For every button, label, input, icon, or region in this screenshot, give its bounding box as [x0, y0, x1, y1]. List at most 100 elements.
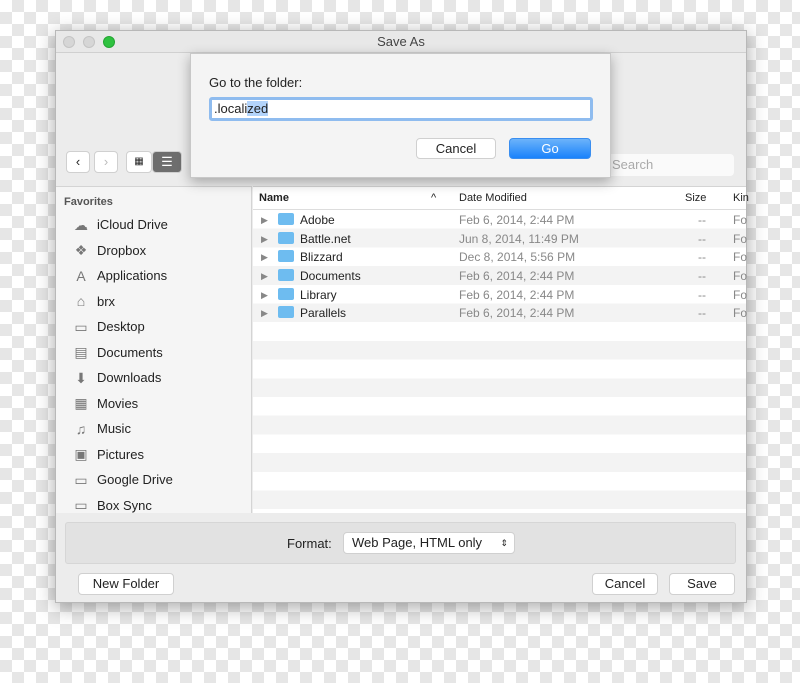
- date-modified: Feb 6, 2014, 2:44 PM: [459, 213, 575, 227]
- sidebar-item[interactable]: ⌂ brx: [56, 289, 251, 315]
- kind: Fo: [733, 250, 748, 265]
- sidebar-item[interactable]: ☁ iCloud Drive: [56, 212, 251, 238]
- sidebar-item-label: Downloads: [97, 370, 162, 386]
- sidebar-item[interactable]: ⬇ Downloads: [56, 365, 251, 391]
- sidebar-item[interactable]: ▦ Movies: [56, 391, 251, 417]
- pictures-icon: ▣: [74, 446, 88, 463]
- folder-path-input[interactable]: .localized: [209, 97, 593, 121]
- column-kind[interactable]: Kin: [733, 192, 749, 204]
- dropbox-icon: ❖: [74, 242, 88, 259]
- format-panel: Format: Web Page, HTML only ⇕: [65, 522, 736, 564]
- input-text: .locali: [214, 101, 248, 116]
- kind: Fo: [733, 269, 748, 284]
- window-title: Save As: [377, 34, 425, 49]
- folder-icon: [278, 250, 294, 263]
- documents-icon: ▤: [74, 344, 88, 361]
- sidebar-item-label: Pictures: [97, 446, 144, 462]
- downloads-icon: ⬇: [75, 369, 87, 386]
- size: --: [698, 287, 706, 302]
- sidebar-item-label: Movies: [97, 395, 139, 411]
- table-row[interactable]: ▶ Parallels Feb 6, 2014, 2:44 PM -- Fo: [253, 303, 748, 322]
- desktop-icon: ▭: [74, 318, 88, 335]
- date-modified: Feb 6, 2014, 2:44 PM: [459, 306, 575, 321]
- column-name[interactable]: Name: [259, 192, 289, 204]
- home-icon: ⌂: [76, 293, 86, 310]
- file-list: Name ^ Date Modified Size Kin ▶ Adobe Feb …: [253, 186, 749, 513]
- sheet-cancel-button[interactable]: Cancel: [416, 138, 496, 159]
- save-button[interactable]: Save: [669, 573, 735, 595]
- go-button[interactable]: Go: [509, 138, 591, 159]
- file-name: Parallels: [300, 306, 347, 321]
- table-row[interactable]: ▶ Adobe Feb 6, 2014, 2:44 PM -- Fo: [253, 210, 748, 229]
- sidebar-item[interactable]: ❖ Dropbox: [56, 238, 251, 264]
- table-row[interactable]: ▶ Blizzard Dec 8, 2014, 5:56 PM -- Fo: [253, 247, 748, 266]
- folder-icon: ▭: [74, 471, 88, 488]
- forward-button[interactable]: ›: [94, 151, 118, 173]
- sidebar-item[interactable]: ▣ Pictures: [56, 442, 251, 468]
- file-name: Adobe: [300, 213, 335, 227]
- sidebar-item-label: iCloud Drive: [97, 217, 168, 233]
- disclosure-triangle-icon[interactable]: ▶: [261, 234, 268, 245]
- file-name: Battle.net: [300, 231, 351, 246]
- minimize-button[interactable]: [83, 36, 95, 48]
- file-name: Blizzard: [300, 250, 343, 265]
- sidebar-header: Favorites: [64, 196, 113, 208]
- table-row[interactable]: ▶ Library Feb 6, 2014, 2:44 PM -- Fo: [253, 285, 748, 304]
- size: --: [698, 213, 706, 227]
- file-name: Library: [300, 287, 337, 302]
- date-modified: Jun 8, 2014, 11:49 PM: [459, 231, 579, 246]
- music-icon: ♫: [75, 420, 87, 437]
- sidebar-item-label: Google Drive: [97, 472, 173, 488]
- disclosure-triangle-icon[interactable]: ▶: [261, 308, 268, 319]
- sidebar-item[interactable]: ▭ Google Drive: [56, 467, 251, 493]
- sort-ascending-icon: ^: [431, 192, 437, 204]
- new-folder-button[interactable]: New Folder: [78, 573, 174, 595]
- zoom-button[interactable]: [103, 36, 115, 48]
- go-to-folder-sheet: Go to the folder: .localized Cancel Go: [190, 53, 611, 178]
- sidebar-item-label: Applications: [97, 268, 168, 284]
- sidebar: Favorites ☁ iCloud Drive ❖ Dropbox A Applicat…: [56, 186, 252, 513]
- sidebar-item[interactable]: ▤ Documents: [56, 340, 251, 366]
- close-button[interactable]: [63, 36, 75, 48]
- column-date-modified[interactable]: Date Modified: [459, 192, 527, 204]
- size: --: [698, 269, 706, 284]
- folder-icon: [278, 231, 294, 244]
- cloud-icon: ☁: [74, 216, 88, 233]
- disclosure-triangle-icon[interactable]: ▶: [261, 271, 268, 282]
- sidebar-item-label: brx: [97, 293, 116, 309]
- sidebar-item[interactable]: ▭ Box Sync: [56, 493, 251, 519]
- list-view-button[interactable]: ☰: [152, 151, 182, 173]
- cancel-button[interactable]: Cancel: [592, 573, 658, 595]
- date-modified: Dec 8, 2014, 5:56 PM: [459, 250, 576, 265]
- applications-icon: A: [76, 267, 86, 284]
- folder-icon: [278, 213, 294, 225]
- date-modified: Feb 6, 2014, 2:44 PM: [459, 287, 575, 302]
- table-row[interactable]: ▶ Documents Feb 6, 2014, 2:44 PM -- Fo: [253, 266, 748, 285]
- sidebar-item-label: Desktop: [97, 319, 145, 335]
- folder-icon: [278, 269, 294, 282]
- file-name: Documents: [300, 269, 361, 284]
- table-row[interactable]: ▶ Battle.net Jun 8, 2014, 11:49 PM -- Fo: [253, 229, 747, 248]
- list-header: Name ^ Date Modified Size Kin: [253, 187, 749, 210]
- icon-view-button[interactable]: ▦: [126, 151, 152, 173]
- format-value: Web Page, HTML only: [352, 535, 483, 550]
- kind: Fo: [733, 213, 748, 227]
- kind: Fo: [733, 306, 748, 321]
- size: --: [698, 306, 706, 321]
- format-select[interactable]: Web Page, HTML only ⇕: [343, 532, 515, 554]
- column-size[interactable]: Size: [685, 192, 706, 204]
- disclosure-triangle-icon[interactable]: ▶: [261, 215, 268, 226]
- folder-icon: [278, 306, 294, 319]
- sidebar-item[interactable]: ♫ Music: [56, 416, 251, 442]
- kind: Fo: [733, 287, 748, 302]
- sidebar-item[interactable]: ▭ Desktop: [56, 314, 251, 340]
- back-button[interactable]: ‹: [66, 151, 90, 173]
- stepper-icon: ⇕: [500, 538, 508, 548]
- size: --: [698, 250, 706, 265]
- sidebar-item-label: Music: [97, 421, 131, 437]
- size: --: [698, 231, 706, 246]
- sidebar-item-label: Box Sync: [97, 497, 152, 513]
- disclosure-triangle-icon[interactable]: ▶: [261, 252, 268, 263]
- disclosure-triangle-icon[interactable]: ▶: [261, 290, 268, 301]
- sidebar-item[interactable]: A Applications: [56, 263, 251, 289]
